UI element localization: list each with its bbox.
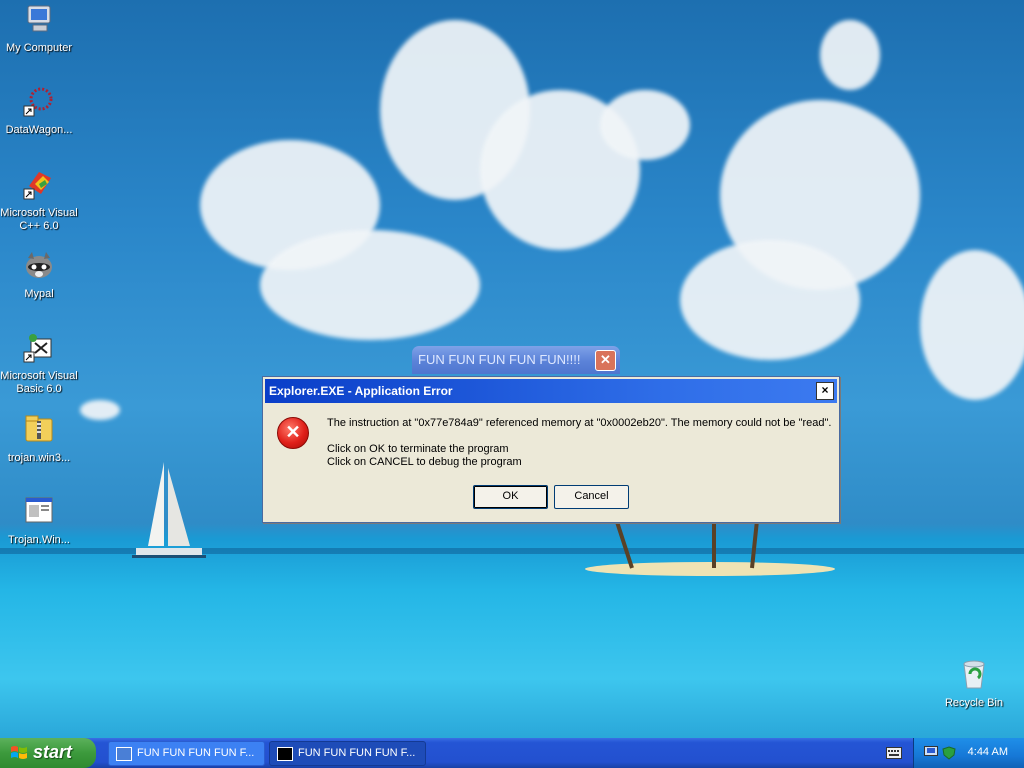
taskbar-item-label: FUN FUN FUN FUN F... (298, 747, 416, 759)
desktop-icon-trojan-win[interactable]: Trojan.Win... (0, 495, 78, 547)
desktop-icon-recycle-bin[interactable]: Recycle Bin (935, 658, 1013, 710)
visual-cpp-icon (23, 172, 51, 200)
cloud (600, 90, 690, 160)
executable-icon (25, 497, 53, 523)
desktop-icon-visual-cpp[interactable]: Microsoft Visual C++ 6.0 (0, 168, 78, 233)
security-shield-icon[interactable] (942, 746, 956, 760)
palm-trunk (750, 520, 760, 569)
close-icon[interactable]: ✕ (595, 350, 616, 371)
desktop-icon-label: Recycle Bin (944, 697, 1004, 709)
zip-folder-icon (25, 415, 53, 442)
network-icon[interactable] (924, 746, 938, 758)
system-tray: 4:44 AM (913, 738, 1024, 768)
palm-trunk (615, 521, 634, 569)
sailboat-icon (132, 462, 206, 558)
error-dialog: Explorer.EXE - Application Error × ✕ The… (262, 376, 840, 523)
hint-ok: Click on OK to terminate the program (327, 443, 509, 455)
desktop-icon-label: trojan.win3... (7, 452, 71, 464)
taskbar-item[interactable]: FUN FUN FUN FUN F... (269, 741, 426, 766)
hint-cancel: Click on CANCEL to debug the program (327, 456, 522, 468)
cloud (260, 230, 480, 340)
palm-trunk (712, 520, 716, 568)
desktop-icon-label: Mypal (24, 288, 54, 300)
desktop-icon-trojan-win3[interactable]: trojan.win3... (0, 413, 78, 465)
desktop-icon-label: My Computer (5, 42, 73, 54)
error-message: The instruction at "0x77e784a9" referenc… (327, 417, 832, 429)
cloud (820, 20, 880, 90)
error-icon: ✕ (277, 417, 309, 449)
desktop-icon-visual-basic[interactable]: Microsoft Visual Basic 6.0 (0, 331, 78, 396)
ok-button[interactable]: OK (473, 485, 548, 509)
island (585, 562, 835, 576)
desktop-icon-label: DataWagon... (5, 124, 73, 136)
window-icon (116, 747, 132, 761)
desktop-icon-label: Trojan.Win... (8, 534, 70, 546)
dialog-title: Explorer.EXE - Application Error (269, 384, 453, 398)
raccoon-icon (26, 252, 52, 278)
start-button[interactable]: start (0, 738, 96, 768)
taskbar-item[interactable]: FUN FUN FUN FUN F... (108, 741, 265, 766)
taskbar-item-label: FUN FUN FUN FUN F... (137, 747, 255, 759)
console-icon (277, 747, 293, 761)
keyboard-icon[interactable] (886, 747, 902, 759)
desktop-icon-label: Microsoft Visual Basic 6.0 (0, 370, 78, 395)
desktop-icon-label: Microsoft Visual C++ 6.0 (0, 207, 78, 232)
dialog-titlebar[interactable]: Explorer.EXE - Application Error × (265, 379, 837, 403)
start-label: start (33, 742, 73, 762)
windows-flag-icon (11, 746, 27, 759)
visual-basic-icon (23, 334, 52, 363)
cloud (920, 250, 1024, 400)
background-window[interactable]: FUN FUN FUN FUN FUN!!!! ✕ (412, 346, 620, 374)
cancel-button[interactable]: Cancel (554, 485, 629, 509)
close-button[interactable]: × (816, 382, 834, 400)
clock[interactable]: 4:44 AM (968, 746, 1008, 758)
recycle-bin-icon (963, 660, 985, 689)
datawagon-icon (23, 87, 53, 117)
cloud (680, 240, 860, 360)
taskbar: start FUN FUN FUN FUN F... FUN FUN FUN F… (0, 738, 1024, 768)
desktop-icon-datawagon[interactable]: DataWagon... (0, 85, 78, 137)
window-title: FUN FUN FUN FUN FUN!!!! (418, 352, 581, 367)
desktop-icon-my-computer[interactable]: My Computer (0, 3, 78, 55)
computer-icon (27, 5, 51, 32)
desktop-icon-mypal[interactable]: Mypal (0, 249, 78, 301)
cloud (80, 400, 120, 420)
